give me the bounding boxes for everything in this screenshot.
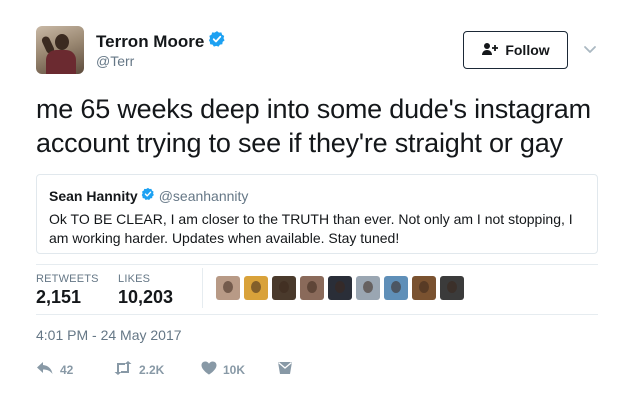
likes-label: LIKES [118,273,151,285]
reply-count: 42 [60,362,74,377]
envelope-icon [277,361,299,378]
chevron-down-icon[interactable] [583,42,597,60]
retweets-label: RETWEETS [36,273,99,285]
verified-badge-icon [141,187,155,204]
author-avatar[interactable] [36,26,84,74]
reply-button[interactable]: 42 [36,361,113,378]
liker-avatar[interactable] [356,276,380,300]
like-button[interactable]: 10K [201,361,277,378]
retweet-count: 2.2K [139,362,165,377]
liker-avatar[interactable] [412,276,436,300]
follow-button[interactable]: Follow [463,31,568,69]
retweets-stat[interactable]: RETWEETS 2,151 [36,273,99,308]
liker-avatar[interactable] [244,276,268,300]
quoted-display-name: Sean Hannity [49,187,138,204]
heart-icon [201,361,223,378]
tweet-text: me 65 weeks deep into some dude's instag… [36,94,591,158]
stat-separator [202,268,203,308]
tweet-actions: 42 2.2K 10K [36,361,299,378]
author-handle[interactable]: @Terr [96,53,134,69]
quoted-tweet-text: Ok TO BE CLEAR, I am closer to the TRUTH… [49,211,573,246]
quoted-tweet[interactable]: Sean Hannity @seanhannity Ok TO BE CLEAR… [36,174,598,254]
divider [36,264,598,265]
tweet-timestamp[interactable]: 4:01 PM - 24 May 2017 [36,327,182,343]
liker-avatar[interactable] [300,276,324,300]
author-display-name[interactable]: Terron Moore [96,32,204,52]
verified-badge-icon [208,30,226,53]
reply-icon [36,361,60,378]
likes-stat[interactable]: LIKES 10,203 [118,273,173,308]
liker-avatar[interactable] [216,276,240,300]
quoted-handle: @seanhannity [158,187,249,204]
follow-button-label: Follow [505,42,550,58]
divider [36,314,598,315]
liker-avatar[interactable] [440,276,464,300]
like-count: 10K [223,362,246,377]
likes-value: 10,203 [118,287,174,307]
add-person-icon [481,42,505,59]
liker-avatar[interactable] [272,276,296,300]
retweets-value: 2,151 [36,287,82,307]
author-name-row[interactable]: Terron Moore [96,30,226,53]
liker-avatar[interactable] [328,276,352,300]
retweet-button[interactable]: 2.2K [113,361,201,378]
retweet-icon [113,361,139,378]
direct-message-button[interactable] [277,361,299,378]
liker-avatars [216,276,468,300]
liker-avatar[interactable] [384,276,408,300]
